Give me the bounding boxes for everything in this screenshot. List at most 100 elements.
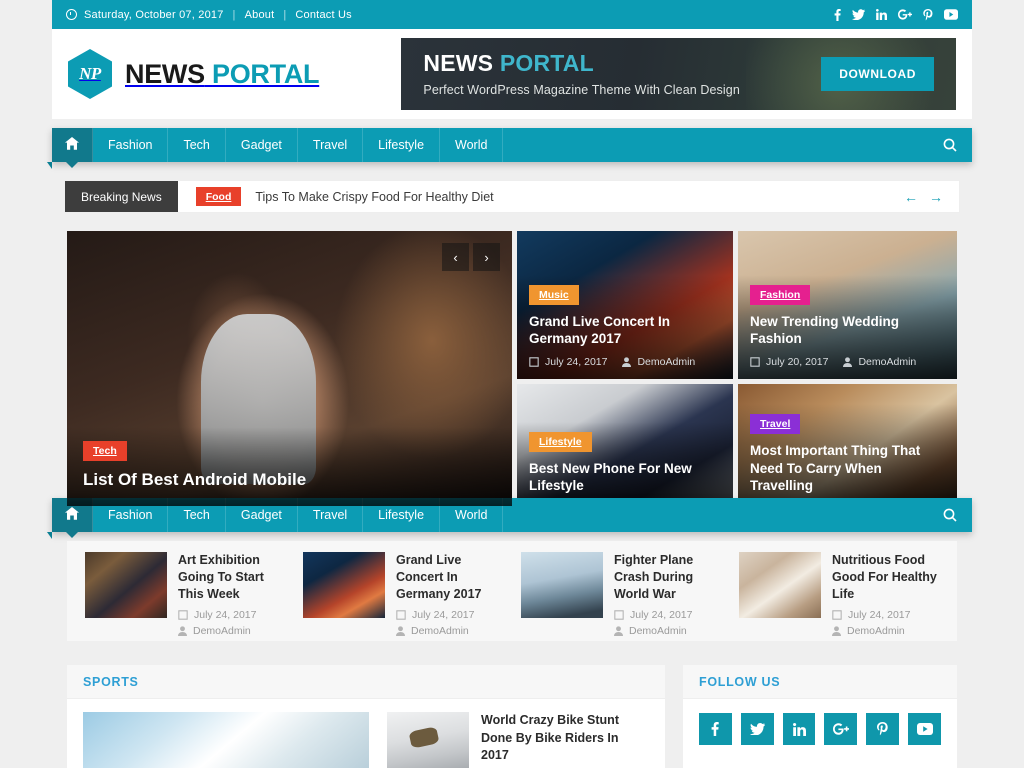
search-icon[interactable] (928, 128, 972, 162)
featured-slider[interactable]: ‹ › Tech List Of Best Android Mobile (67, 231, 512, 506)
featured-card-author: DemoAdmin (622, 356, 695, 368)
facebook-icon[interactable] (699, 713, 732, 745)
topbar-separator-2: | (283, 8, 287, 21)
post-date: July 24, 2017 (832, 609, 939, 621)
sports-post[interactable]: World Crazy Bike Stunt Done By Bike Ride… (387, 712, 649, 768)
primary-navigation-wrapper: Fashion Tech Gadget Travel Lifestyle Wor… (52, 128, 972, 168)
twitter-icon[interactable] (852, 9, 865, 20)
list-item[interactable]: Art Exhibition Going To Start This Week … (76, 552, 294, 637)
search-icon[interactable] (928, 498, 972, 532)
nav-item-home[interactable] (52, 128, 93, 168)
linkedin-icon[interactable] (876, 9, 887, 20)
featured-card-overlay: Lifestyle Best New Phone For New Lifesty… (517, 421, 733, 506)
youtube-icon[interactable] (944, 9, 958, 20)
twitter-icon[interactable] (740, 713, 774, 745)
featured-card-category-badge[interactable]: Music (529, 284, 579, 305)
slider-prev-icon[interactable]: ‹ (442, 243, 469, 271)
featured-category-badge[interactable]: Tech (83, 440, 127, 461)
featured-card-date: July 20, 2017 (750, 356, 828, 368)
list-item[interactable]: Fighter Plane Crash During World War Jul… (512, 552, 730, 637)
breaking-news-headline[interactable]: Tips To Make Crispy Food For Healthy Die… (255, 181, 493, 212)
nav-item-lifestyle[interactable]: Lifestyle (363, 128, 441, 162)
featured-card-overlay: Music Grand Live Concert In Germany 2017… (517, 274, 733, 379)
sports-body: World Crazy Bike Stunt Done By Bike Ride… (67, 699, 665, 768)
post-thumbnail (85, 552, 167, 618)
recent-posts-row: Art Exhibition Going To Start This Week … (67, 541, 957, 641)
topbar-link-about[interactable]: About (245, 9, 275, 21)
home-icon (65, 507, 79, 523)
featured-card-music[interactable]: Music Grand Live Concert In Germany 2017… (517, 231, 733, 379)
featured-card-category-badge[interactable]: Fashion (750, 284, 811, 305)
sports-post-body: World Crazy Bike Stunt Done By Bike Ride… (481, 712, 649, 768)
download-button[interactable]: DOWNLOAD (821, 57, 934, 91)
breaking-next-arrow-icon[interactable]: → (929, 190, 943, 204)
featured-card-category-badge[interactable]: Travel (750, 414, 801, 435)
slider-next-icon[interactable]: › (473, 243, 500, 271)
pinterest-icon[interactable] (923, 8, 933, 21)
post-title[interactable]: Art Exhibition Going To Start This Week (178, 552, 285, 603)
sports-featured-image[interactable] (83, 712, 369, 768)
ad-text-block: NEWS PORTAL Perfect WordPress Magazine T… (423, 49, 740, 98)
ad-subtitle: Perfect WordPress Magazine Theme With Cl… (423, 83, 740, 98)
topbar-link-contact-us[interactable]: Contact Us (295, 9, 351, 21)
breaking-news-arrows: ← → (904, 181, 959, 212)
google-plus-icon[interactable] (898, 9, 912, 20)
list-item[interactable]: Grand Live Concert In Germany 2017 July … (294, 552, 512, 637)
site-logo[interactable]: NP NEWS PORTAL (68, 49, 395, 99)
follow-us-buttons (683, 699, 957, 745)
featured-card-title[interactable]: Most Important Thing That Need To Carry … (750, 442, 945, 495)
nav-item-world[interactable]: World (440, 128, 504, 162)
post-title[interactable]: Fighter Plane Crash During World War (614, 552, 721, 603)
featured-title[interactable]: List Of Best Android Mobile (83, 469, 496, 490)
current-date: Saturday, October 07, 2017 (84, 8, 224, 21)
top-bar-social-links (834, 8, 958, 21)
featured-card-overlay: Travel Most Important Thing That Need To… (738, 404, 957, 506)
sports-post-thumbnail (387, 712, 469, 768)
breaking-news-category-badge[interactable]: Food (195, 187, 242, 206)
post-author: DemoAdmin (396, 625, 503, 637)
primary-navigation: Fashion Tech Gadget Travel Lifestyle Wor… (52, 128, 972, 168)
sports-post-title[interactable]: World Crazy Bike Stunt Done By Bike Ride… (481, 712, 649, 765)
clock-icon (66, 9, 77, 20)
google-plus-icon[interactable] (824, 713, 858, 745)
post-author: DemoAdmin (178, 625, 285, 637)
youtube-icon[interactable] (908, 713, 941, 745)
linkedin-icon[interactable] (782, 713, 816, 745)
breaking-prev-arrow-icon[interactable]: ← (904, 190, 918, 204)
post-thumbnail (739, 552, 821, 618)
post-date: July 24, 2017 (614, 609, 721, 621)
post-thumbnail (521, 552, 603, 618)
featured-card-title[interactable]: Best New Phone For New Lifestyle (529, 460, 721, 495)
featured-card-author: DemoAdmin (843, 356, 916, 368)
nav-item-tech[interactable]: Tech (168, 128, 226, 162)
featured-card-meta: July 20, 2017 DemoAdmin (750, 356, 945, 368)
post-thumbnail (303, 552, 385, 618)
header-ad-banner[interactable]: NEWS PORTAL Perfect WordPress Magazine T… (401, 38, 956, 110)
post-date: July 24, 2017 (178, 609, 285, 621)
featured-posts-grid: ‹ › Tech List Of Best Android Mobile Mus… (67, 231, 957, 506)
featured-card-category-badge[interactable]: Lifestyle (529, 431, 592, 452)
post-title[interactable]: Grand Live Concert In Germany 2017 (396, 552, 503, 603)
post-author: DemoAdmin (614, 625, 721, 637)
post-date: July 24, 2017 (396, 609, 503, 621)
logo-text-news: NEWS (125, 58, 205, 89)
featured-card-travel[interactable]: Travel Most Important Thing That Need To… (738, 384, 957, 506)
follow-us-header: FOLLOW US (683, 665, 957, 699)
nav-item-gadget[interactable]: Gadget (226, 128, 298, 162)
featured-card-title[interactable]: Grand Live Concert In Germany 2017 (529, 313, 721, 348)
sports-section: SPORTS World Crazy Bike Stunt Done By Bi… (67, 665, 665, 768)
pinterest-icon[interactable] (866, 713, 900, 745)
post-body: Art Exhibition Going To Start This Week … (178, 552, 285, 637)
nav-item-fashion[interactable]: Fashion (93, 128, 169, 162)
list-item[interactable]: Nutritious Food Good For Healthy Life Ju… (730, 552, 948, 637)
facebook-icon[interactable] (834, 8, 841, 21)
post-title[interactable]: Nutritious Food Good For Healthy Life (832, 552, 939, 603)
featured-card-lifestyle[interactable]: Lifestyle Best New Phone For New Lifesty… (517, 384, 733, 506)
ad-title-news: NEWS (423, 49, 494, 76)
site-header: NP NEWS PORTAL NEWS PORTAL Perfect WordP… (52, 29, 972, 119)
ad-title: NEWS PORTAL (423, 49, 739, 76)
nav-item-travel[interactable]: Travel (298, 128, 364, 162)
featured-card-title[interactable]: New Trending Wedding Fashion (750, 313, 945, 348)
featured-card-fashion[interactable]: Fashion New Trending Wedding Fashion Jul… (738, 231, 957, 379)
top-bar-left: Saturday, October 07, 2017 | About | Con… (66, 9, 352, 21)
